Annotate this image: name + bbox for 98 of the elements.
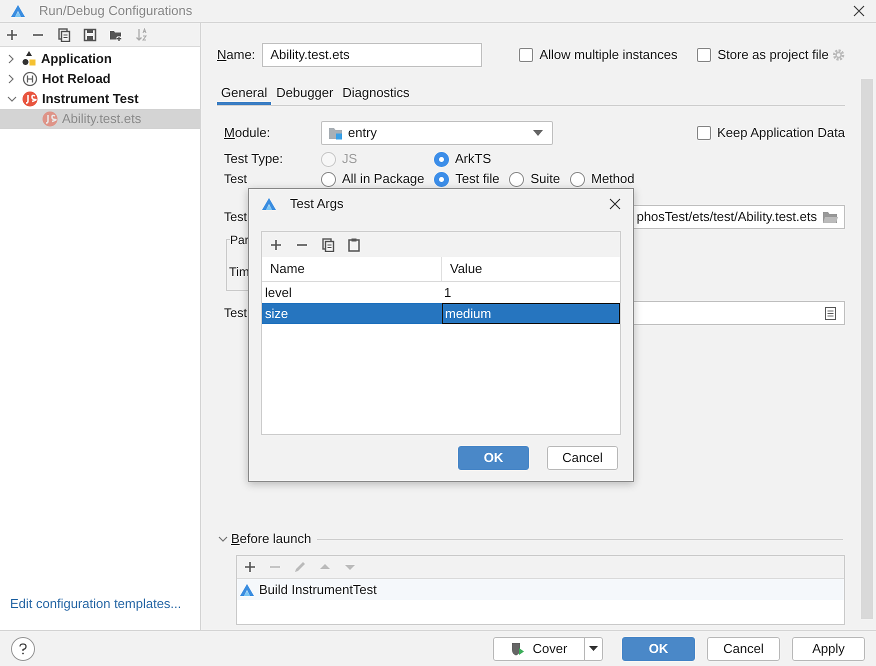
minus-icon (33, 34, 43, 36)
field-label: Name: (217, 46, 256, 64)
checkbox-label: Allow multiple instances (539, 46, 678, 64)
task-row[interactable]: Build InstrumentTest (237, 579, 844, 600)
task-label: Build InstrumentTest (259, 580, 377, 599)
plus-icon (269, 238, 283, 252)
add-button[interactable] (5, 28, 19, 42)
caret-down-icon (533, 130, 543, 136)
radio-button[interactable] (321, 172, 336, 186)
field-label: Test (224, 170, 247, 188)
minus-icon (297, 244, 307, 246)
cover-button[interactable]: Cover (493, 636, 585, 660)
table-cell: medium (442, 303, 620, 324)
sort-icon (135, 28, 149, 42)
copy-button[interactable] (57, 28, 71, 42)
dialog-title: Test Args (290, 195, 344, 214)
tab[interactable]: General (217, 83, 272, 105)
dialog-button[interactable]: Cancel (707, 636, 780, 660)
checkbox-label: Store as project file (717, 46, 829, 64)
radio-label: Test file (455, 170, 500, 188)
save-button[interactable] (83, 28, 97, 42)
dialog-button[interactable]: Apply (792, 636, 865, 660)
folder-icon (823, 211, 838, 223)
radio-label: Suite (530, 170, 560, 188)
add-button[interactable] (243, 560, 257, 574)
radio-label: ArkTS (455, 150, 492, 168)
dropdown-value: entry (348, 124, 377, 142)
close-icon (853, 5, 865, 17)
copy-icon (321, 238, 335, 252)
field-label: Test Type: (224, 150, 284, 168)
add-button[interactable] (269, 238, 283, 252)
section-title: Before launch (231, 530, 312, 548)
checkbox[interactable] (519, 48, 534, 62)
paste-button[interactable] (347, 238, 361, 252)
tree-item-label: Instrument Test (42, 90, 139, 108)
plus-icon (5, 28, 19, 42)
pencil-icon (293, 560, 307, 574)
tab[interactable]: Diagnostics (338, 83, 414, 105)
close-icon (609, 198, 621, 210)
plus-icon (243, 560, 257, 574)
radio-button[interactable] (509, 172, 524, 186)
app-logo-icon (261, 197, 277, 211)
column-header[interactable]: Value (442, 257, 620, 281)
tree-item-label: Application (41, 50, 112, 68)
table-cell-text: size (264, 304, 290, 323)
tree-item[interactable]: Instrument Test (0, 89, 200, 109)
scrollbar-thumb[interactable] (861, 79, 873, 619)
close-button[interactable] (852, 4, 866, 18)
copy-icon (57, 28, 71, 42)
edit-templates-link[interactable]: Edit configuration templates... (10, 594, 200, 613)
tab[interactable]: Debugger (272, 83, 338, 105)
question-mark-icon (19, 642, 27, 654)
js-badge-icon (22, 91, 38, 107)
field-label: Module: (224, 124, 272, 142)
dialog-button[interactable]: OK (622, 636, 695, 660)
checkbox[interactable] (697, 126, 712, 140)
radio-label: All in Package (342, 170, 424, 188)
sort-button[interactable] (135, 28, 149, 42)
field-label: Test (224, 208, 247, 226)
radio-button[interactable] (434, 172, 450, 186)
radio-label: JS (342, 150, 358, 168)
radio-button[interactable] (434, 152, 449, 166)
checkbox[interactable] (697, 48, 712, 62)
shapes-icon (22, 51, 36, 67)
dropdown-button[interactable] (585, 636, 603, 660)
letter-h-circle-icon (22, 71, 38, 87)
dialog-button[interactable]: Cancel (547, 446, 618, 470)
radio-button[interactable] (570, 172, 586, 186)
tree-item[interactable]: Application (0, 49, 200, 69)
table-cell-text: 1 (443, 284, 452, 302)
tree-item-label: Ability.test.ets (62, 110, 142, 128)
table-cell-text: level (264, 284, 293, 302)
caret-down-icon (589, 646, 598, 651)
app-logo-icon (239, 582, 255, 596)
table-row[interactable]: level 1 (262, 282, 620, 303)
field-label: Test (224, 304, 247, 322)
field-value: phosTest/ets/test/Ability.test.ets (636, 208, 817, 226)
dialog-button[interactable]: OK (458, 446, 529, 470)
table-row[interactable]: size medium (262, 303, 620, 324)
copy-button[interactable] (321, 238, 335, 252)
tree-item[interactable]: Hot Reload (0, 69, 200, 89)
clipboard-icon (347, 238, 361, 252)
checkbox-label: Keep Application Data (717, 124, 845, 142)
js-badge-icon (42, 111, 58, 127)
shield-play-icon (510, 642, 525, 656)
window-title: Run/Debug Configurations (39, 2, 192, 20)
folder-icon (329, 126, 343, 140)
close-button[interactable] (609, 198, 621, 210)
column-header[interactable]: Name (262, 257, 442, 281)
button-label: Cover (532, 640, 568, 658)
name-field[interactable]: Ability.test.ets (262, 43, 482, 67)
help-button[interactable] (11, 636, 35, 660)
radio-label: Method (591, 170, 634, 188)
tree-item-label: Hot Reload (42, 70, 111, 88)
app-logo-icon (10, 4, 26, 18)
module-dropdown[interactable]: entry (321, 121, 553, 145)
document-icon (825, 306, 836, 320)
gear-icon (832, 48, 845, 62)
